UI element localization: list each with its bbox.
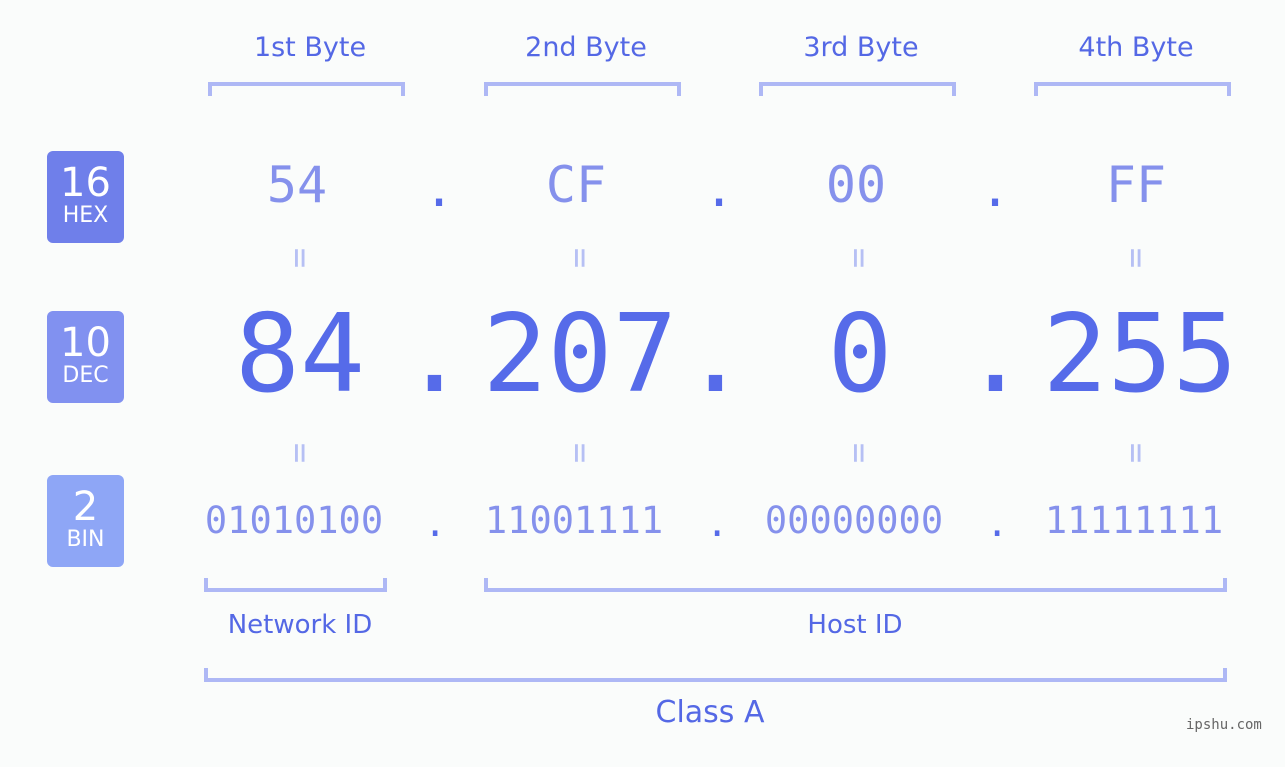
hex-separator-1: . [424,160,455,218]
host-id-bracket [484,578,1227,592]
byte-header-3: 3rd Byte [803,32,919,63]
equals-sign: = [280,247,320,269]
bin-badge: 2 BIN [47,475,124,567]
dec-separator-1: . [402,292,468,417]
hex-byte-4: FF [1105,156,1167,214]
hex-byte-3: 00 [825,156,887,214]
hex-byte-2: CF [545,156,607,214]
hex-badge: 16 HEX [47,151,124,243]
equals-sign: = [560,442,600,464]
byte-header-4: 4th Byte [1078,32,1194,63]
byte-header-2: 2nd Byte [525,32,647,63]
hex-label: HEX [62,203,109,228]
equals-sign: = [839,247,879,269]
bin-byte-4: 11111111 [1044,499,1224,542]
bin-byte-3: 00000000 [764,499,944,542]
class-label: Class A [655,695,765,730]
hex-base: 16 [60,160,111,206]
network-id-bracket [204,578,387,592]
dec-byte-2: 207 [482,292,678,417]
hex-separator-3: . [980,160,1011,218]
byte-bracket-4 [1034,82,1231,96]
byte-header-1: 1st Byte [253,32,367,63]
hex-byte-1: 54 [266,156,328,214]
bin-separator-1: . [424,502,447,545]
bin-label: BIN [66,527,105,552]
byte-bracket-2 [484,82,681,96]
dec-byte-4: 255 [1042,292,1238,417]
dec-badge: 10 DEC [47,311,124,403]
watermark: ipshu.com [1186,717,1262,733]
hex-separator-2: . [704,160,735,218]
dec-byte-1: 84 [234,292,366,417]
byte-bracket-3 [759,82,956,96]
bin-separator-3: . [986,502,1009,545]
equals-sign: = [1116,442,1156,464]
network-id-label: Network ID [227,610,373,640]
equals-sign: = [560,247,600,269]
dec-base: 10 [60,320,111,366]
equals-sign: = [280,442,320,464]
bin-base: 2 [72,484,99,530]
dec-byte-3: 0 [827,292,893,417]
dec-separator-2: . [683,292,749,417]
dec-separator-3: . [963,292,1029,417]
bin-separator-2: . [706,502,729,545]
bin-byte-1: 01010100 [204,499,384,542]
equals-sign: = [1116,247,1156,269]
equals-sign: = [839,442,879,464]
class-bracket [204,668,1227,682]
dec-label: DEC [62,363,109,388]
host-id-label: Host ID [807,610,903,640]
byte-bracket-1 [208,82,405,96]
bin-byte-2: 11001111 [484,499,664,542]
